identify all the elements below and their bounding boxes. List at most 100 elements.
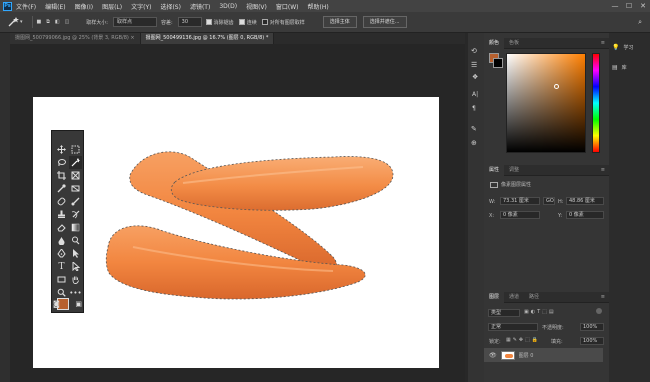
menu-filter[interactable]: 滤镜(T) — [190, 2, 210, 11]
menu-layer[interactable]: 图层(L) — [102, 2, 122, 11]
y-input[interactable]: 0 像素 — [566, 211, 604, 219]
opacity-input[interactable]: 100% — [580, 323, 604, 331]
direct-select-icon[interactable] — [69, 260, 82, 273]
learn-panel-button[interactable]: 💡 学习 — [612, 41, 648, 54]
menu-type[interactable]: 文字(Y) — [131, 2, 151, 11]
brush-tool-icon[interactable] — [69, 195, 82, 208]
document-canvas[interactable] — [33, 97, 439, 368]
color-bg-swatch[interactable] — [493, 58, 503, 68]
paragraph-icon[interactable]: ¶ — [472, 105, 476, 112]
adjust-icon[interactable]: ❖ — [472, 73, 478, 81]
left-strip — [0, 33, 10, 382]
menu-3d[interactable]: 3D(D) — [219, 3, 237, 10]
screen-mode-icon[interactable]: ▣ — [75, 300, 82, 308]
panel-menu-icon[interactable]: ≡ — [601, 40, 605, 46]
hue-slider[interactable] — [592, 53, 600, 153]
fill-input[interactable]: 100% — [580, 337, 604, 345]
library-icon: ▤ — [612, 64, 618, 71]
tab-document-1[interactable]: 摄图网_500799066.jpg @ 25% (背景 3, RGB/8) × — [10, 33, 141, 44]
menu-view[interactable]: 视图(V) — [246, 2, 267, 11]
layer-kind-filter[interactable]: 类型 — [488, 309, 520, 317]
blur-tool-icon[interactable] — [55, 234, 68, 247]
tab-properties[interactable]: 属性 — [484, 164, 505, 176]
contiguous-checkbox[interactable] — [238, 19, 245, 25]
x-input[interactable]: 0 像素 — [500, 211, 540, 219]
history-brush-icon[interactable] — [69, 208, 82, 221]
layer-row[interactable]: 👁 图层 0 — [484, 348, 603, 362]
type-tool-icon[interactable]: T — [55, 260, 68, 273]
lock-icons[interactable]: ▦✎✥⬚🔒 — [506, 337, 540, 343]
menu-select[interactable]: 选择(S) — [160, 2, 181, 11]
tab-channels[interactable]: 通道 — [504, 292, 524, 303]
lasso-tool-icon[interactable] — [55, 156, 68, 169]
blend-mode-select[interactable]: 正常 — [488, 323, 538, 331]
frame-tool-icon[interactable] — [69, 169, 82, 182]
tab-color[interactable]: 颜色 — [484, 37, 505, 49]
photoshop-logo: Ps — [3, 1, 12, 11]
menu-image[interactable]: 图像(I) — [75, 2, 93, 11]
filter-toggle[interactable] — [596, 308, 602, 314]
height-input[interactable]: 48.86 厘米 — [566, 197, 604, 205]
select-subject-button[interactable]: 选择主体 — [322, 16, 357, 28]
gradient-tool-icon[interactable] — [69, 221, 82, 234]
width-input[interactable]: 73.31 厘米 — [500, 197, 540, 205]
toolbox-bottom: ◙ ▣ — [53, 298, 82, 310]
tab-swatches[interactable]: 色板 — [504, 38, 524, 49]
tab-paths[interactable]: 路径 — [524, 292, 544, 303]
dodge-tool-icon[interactable] — [69, 234, 82, 247]
menu-window[interactable]: 窗口(W) — [276, 2, 299, 11]
eraser-tool-icon[interactable] — [55, 221, 68, 234]
character-icon[interactable]: A| — [472, 91, 478, 98]
libraries-panel-button[interactable]: ▤ 库 — [612, 61, 648, 74]
path-select-icon[interactable] — [69, 247, 82, 260]
color-picker-cursor[interactable] — [554, 84, 559, 89]
subtract-selection-icon[interactable]: ◧ — [55, 19, 60, 25]
history-icon[interactable]: ⟲ — [471, 47, 477, 55]
menu-file[interactable]: 文件(F) — [16, 2, 36, 11]
minimize-button[interactable]: — — [608, 2, 622, 10]
w-label: W: — [489, 199, 496, 205]
hand-tool-icon[interactable] — [69, 273, 82, 286]
maximize-button[interactable]: ☐ — [622, 2, 636, 10]
sample-size-select[interactable]: 取样点 — [112, 17, 157, 27]
tab-document-2[interactable]: 摄图网_500499136.jpg @ 16.7% (图层 0, RGB/8) … — [140, 33, 275, 44]
rectangle-tool-icon[interactable] — [55, 273, 68, 286]
tab-layers[interactable]: 图层 — [484, 291, 505, 303]
clone-source-icon[interactable]: ⊕ — [471, 139, 477, 147]
properties-panel-header: 属性 调整 ≡ — [484, 164, 609, 176]
brush-settings-icon[interactable]: ✎ — [471, 125, 477, 133]
antialias-checkbox[interactable] — [205, 19, 212, 25]
tolerance-input[interactable]: 30 — [177, 17, 202, 27]
intersect-selection-icon[interactable]: ◫ — [65, 19, 70, 25]
crop-tool-icon[interactable] — [55, 169, 68, 182]
clone-stamp-icon[interactable] — [55, 208, 68, 221]
pen-tool-icon[interactable] — [55, 247, 68, 260]
panel-menu-icon[interactable]: ≡ — [601, 294, 605, 300]
quick-mask-icon[interactable]: ◙ — [53, 300, 60, 308]
search-icon[interactable]: ⌕ — [638, 18, 642, 27]
add-selection-icon[interactable]: ⧉ — [46, 19, 50, 25]
frame-tool-icon-2[interactable] — [69, 182, 82, 195]
marquee-tool-icon[interactable] — [69, 143, 82, 156]
menu-edit[interactable]: 编辑(E) — [45, 2, 65, 11]
layer-name[interactable]: 图层 0 — [519, 352, 534, 359]
tab-adjustments[interactable]: 调整 — [504, 165, 524, 176]
link-dimensions-button[interactable]: GO — [543, 197, 555, 205]
color-field[interactable] — [506, 53, 586, 153]
layer-filter-icons[interactable]: ▣◐T⬚▤ — [524, 309, 556, 315]
close-button[interactable]: ✕ — [636, 2, 650, 10]
chevron-down-icon[interactable]: ▾ — [20, 19, 23, 25]
eyedropper-tool-icon[interactable] — [55, 182, 68, 195]
magic-wand-icon[interactable] — [6, 16, 20, 28]
new-selection-icon[interactable]: ■ — [37, 19, 42, 25]
menu-bar: Ps 文件(F) 编辑(E) 图像(I) 图层(L) 文字(Y) 选择(S) 滤… — [0, 0, 650, 12]
healing-brush-icon[interactable] — [55, 195, 68, 208]
eye-icon[interactable]: 👁 — [489, 352, 497, 359]
move-tool-icon[interactable] — [55, 143, 68, 156]
select-mask-button[interactable]: 选择并遮住... — [362, 16, 407, 28]
menu-help[interactable]: 帮助(H) — [308, 2, 329, 11]
properties-icon[interactable]: ☰ — [471, 61, 477, 69]
panel-menu-icon[interactable]: ≡ — [601, 167, 605, 173]
sample-all-checkbox[interactable] — [261, 19, 268, 25]
magic-wand-tool-icon[interactable] — [69, 156, 82, 169]
